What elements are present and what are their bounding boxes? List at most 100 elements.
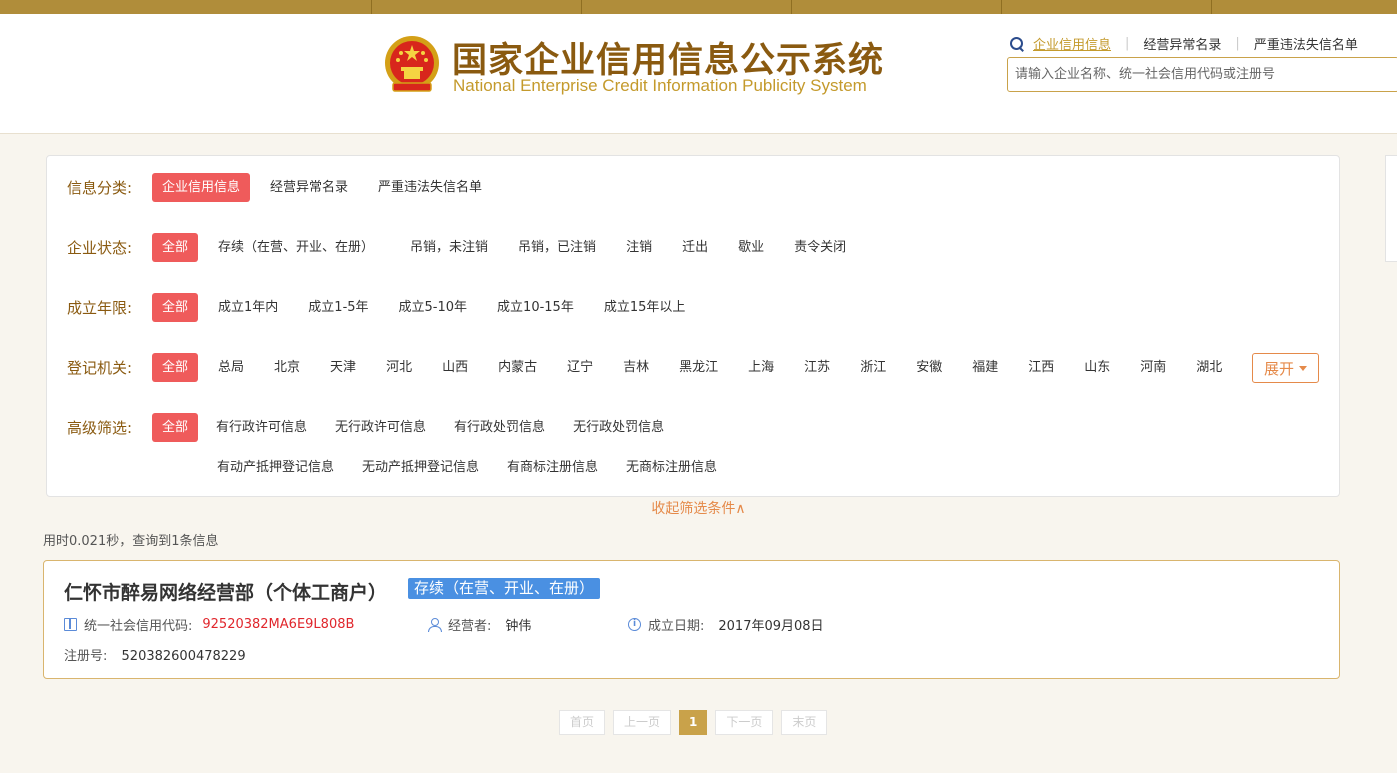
- filter-option[interactable]: 上海: [738, 353, 784, 382]
- reg-no-field: 注册号: 520382600478229: [64, 645, 246, 664]
- credit-code-value: 92520382MA6E9L808B: [202, 617, 355, 632]
- filter-option[interactable]: 迁出: [672, 233, 718, 262]
- filter-option[interactable]: 北京: [264, 353, 310, 382]
- operator-field: 经营者: 钟伟: [428, 615, 531, 634]
- filter-option[interactable]: 无行政处罚信息: [563, 413, 674, 442]
- filter-option[interactable]: 注销: [616, 233, 662, 262]
- filter-option[interactable]: 无动产抵押登记信息: [352, 453, 489, 482]
- filter-option[interactable]: 成立1-5年: [298, 293, 378, 322]
- filter-option[interactable]: 成立1年内: [208, 293, 288, 322]
- search-icon[interactable]: [1009, 36, 1025, 52]
- caret-down-icon: [1299, 365, 1307, 371]
- filter-option[interactable]: 经营异常名录: [260, 173, 358, 202]
- site-subtitle: National Enterprise Credit Information P…: [453, 76, 867, 95]
- founded-field: i 成立日期: 2017年09月08日: [628, 615, 824, 634]
- filter-option[interactable]: 全部: [152, 232, 199, 262]
- result-card[interactable]: 仁怀市醉易网络经营部（个体工商户） 存续（在营、开业、在册） 统一社会信用代码:…: [43, 560, 1340, 679]
- filter-option[interactable]: 无行政许可信息: [325, 413, 436, 442]
- filter-option[interactable]: 湖北: [1186, 353, 1232, 382]
- filter-option[interactable]: 企业信用信息: [152, 172, 251, 202]
- nav-separator: |: [1125, 36, 1130, 51]
- credit-code-label: 统一社会信用代码:: [84, 619, 193, 634]
- filter-option[interactable]: 存续（在营、开业、在册）: [208, 233, 384, 262]
- filter-row-category: 信息分类: 企业信用信息 经营异常名录 严重违法失信名单: [67, 172, 492, 202]
- filter-option[interactable]: 吊销，已注销: [508, 233, 606, 262]
- filter-option[interactable]: 有行政处罚信息: [444, 413, 555, 442]
- book-icon: [64, 618, 77, 631]
- search-input[interactable]: [1007, 57, 1397, 92]
- filter-option[interactable]: 全部: [152, 352, 199, 382]
- nav-separator: |: [1235, 36, 1240, 51]
- reg-no-label: 注册号:: [64, 649, 108, 664]
- company-name[interactable]: 仁怀市醉易网络经营部（个体工商户）: [64, 578, 387, 605]
- filter-option[interactable]: 辽宁: [557, 353, 603, 382]
- site-header: 国家企业信用信息公示系统 National Enterprise Credit …: [0, 14, 1397, 134]
- filter-option[interactable]: 责令关闭: [784, 233, 856, 262]
- top-bar-divider: [791, 0, 792, 14]
- filter-option[interactable]: 安徽: [906, 353, 952, 382]
- filter-option[interactable]: 江苏: [794, 353, 840, 382]
- filter-option[interactable]: 福建: [962, 353, 1008, 382]
- pagination: 首页 上一页 1 下一页 末页: [559, 710, 828, 735]
- filter-row-advanced: 高级筛选: 全部 有行政许可信息 无行政许可信息 有行政处罚信息 无行政处罚信息: [67, 412, 674, 442]
- side-panel-edge: [1385, 155, 1397, 262]
- filter-option[interactable]: 江西: [1018, 353, 1064, 382]
- filter-option[interactable]: 全部: [152, 292, 199, 322]
- expand-button[interactable]: 展开: [1252, 353, 1319, 383]
- filter-option[interactable]: 河南: [1130, 353, 1176, 382]
- operator-value: 钟伟: [505, 619, 532, 634]
- filter-option[interactable]: 成立10-15年: [487, 293, 584, 322]
- filter-label: 高级筛选:: [67, 418, 133, 437]
- reg-no-value: 520382600478229: [121, 649, 246, 664]
- filter-row-authority: 登记机关: 全部 总局 北京 天津 河北 山西 内蒙古 辽宁 吉林 黑龙江 上海…: [67, 352, 1247, 382]
- filter-option[interactable]: 浙江: [850, 353, 896, 382]
- filter-option[interactable]: 山西: [432, 353, 478, 382]
- filter-label: 登记机关:: [67, 358, 133, 377]
- filter-label: 信息分类:: [67, 178, 133, 197]
- filter-option[interactable]: 成立15年以上: [594, 293, 696, 322]
- operator-label: 经营者:: [448, 619, 492, 634]
- filter-option[interactable]: 山东: [1074, 353, 1120, 382]
- filter-option[interactable]: 有行政许可信息: [206, 413, 317, 442]
- collapse-filters-label[interactable]: 收起筛选条件∧: [651, 501, 745, 517]
- last-page-button[interactable]: 末页: [781, 710, 828, 735]
- nav-blacklist[interactable]: 严重违法失信名单: [1254, 34, 1358, 53]
- next-page-button[interactable]: 下一页: [715, 710, 774, 735]
- filter-panel: 信息分类: 企业信用信息 经营异常名录 严重违法失信名单 企业状态: 全部 存续…: [46, 155, 1340, 497]
- filter-option[interactable]: 河北: [376, 353, 422, 382]
- filter-option[interactable]: 内蒙古: [488, 353, 547, 382]
- filter-option[interactable]: 有动产抵押登记信息: [207, 453, 344, 482]
- filter-row-advanced-2: 有动产抵押登记信息 无动产抵押登记信息 有商标注册信息 无商标注册信息: [207, 452, 727, 482]
- expand-label: 展开: [1263, 359, 1294, 378]
- filter-option[interactable]: 全部: [152, 412, 199, 442]
- founded-label: 成立日期:: [648, 619, 705, 634]
- filter-option[interactable]: 有商标注册信息: [497, 453, 608, 482]
- filter-option[interactable]: 天津: [320, 353, 366, 382]
- top-bar-divider: [371, 0, 372, 14]
- result-summary: 用时0.021秒，查询到1条信息: [43, 534, 219, 549]
- filter-option[interactable]: 严重违法失信名单: [368, 173, 492, 202]
- first-page-button[interactable]: 首页: [559, 710, 606, 735]
- filter-label: 成立年限:: [67, 298, 133, 317]
- filter-row-years: 成立年限: 全部 成立1年内 成立1-5年 成立5-10年 成立10-15年 成…: [67, 292, 695, 322]
- nav-credit-info[interactable]: 企业信用信息: [1033, 34, 1111, 53]
- national-emblem-icon: [385, 36, 439, 92]
- credit-code-field: 统一社会信用代码: 92520382MA6E9L808B: [64, 615, 354, 634]
- filter-option[interactable]: 歇业: [728, 233, 774, 262]
- collapse-filters-link: 收起筛选条件∧: [0, 498, 1397, 518]
- info-icon: i: [628, 618, 641, 631]
- filter-option[interactable]: 总局: [208, 353, 254, 382]
- nav-abnormal-list[interactable]: 经营异常名录: [1143, 34, 1221, 53]
- top-bar-divider: [1001, 0, 1002, 14]
- filter-option[interactable]: 成立5-10年: [389, 293, 478, 322]
- top-bar-divider: [1211, 0, 1212, 14]
- filter-option[interactable]: 黑龙江: [669, 353, 728, 382]
- status-badge: 存续（在营、开业、在册）: [408, 578, 601, 599]
- prev-page-button[interactable]: 上一页: [613, 710, 672, 735]
- current-page-button[interactable]: 1: [679, 710, 708, 735]
- filter-row-status: 企业状态: 全部 存续（在营、开业、在册） 吊销，未注销 吊销，已注销 注销 迁…: [67, 232, 856, 262]
- filter-option[interactable]: 无商标注册信息: [616, 453, 727, 482]
- filter-option[interactable]: 吊销，未注销: [400, 233, 498, 262]
- filter-option[interactable]: 吉林: [613, 353, 659, 382]
- filter-label: 企业状态:: [67, 238, 133, 257]
